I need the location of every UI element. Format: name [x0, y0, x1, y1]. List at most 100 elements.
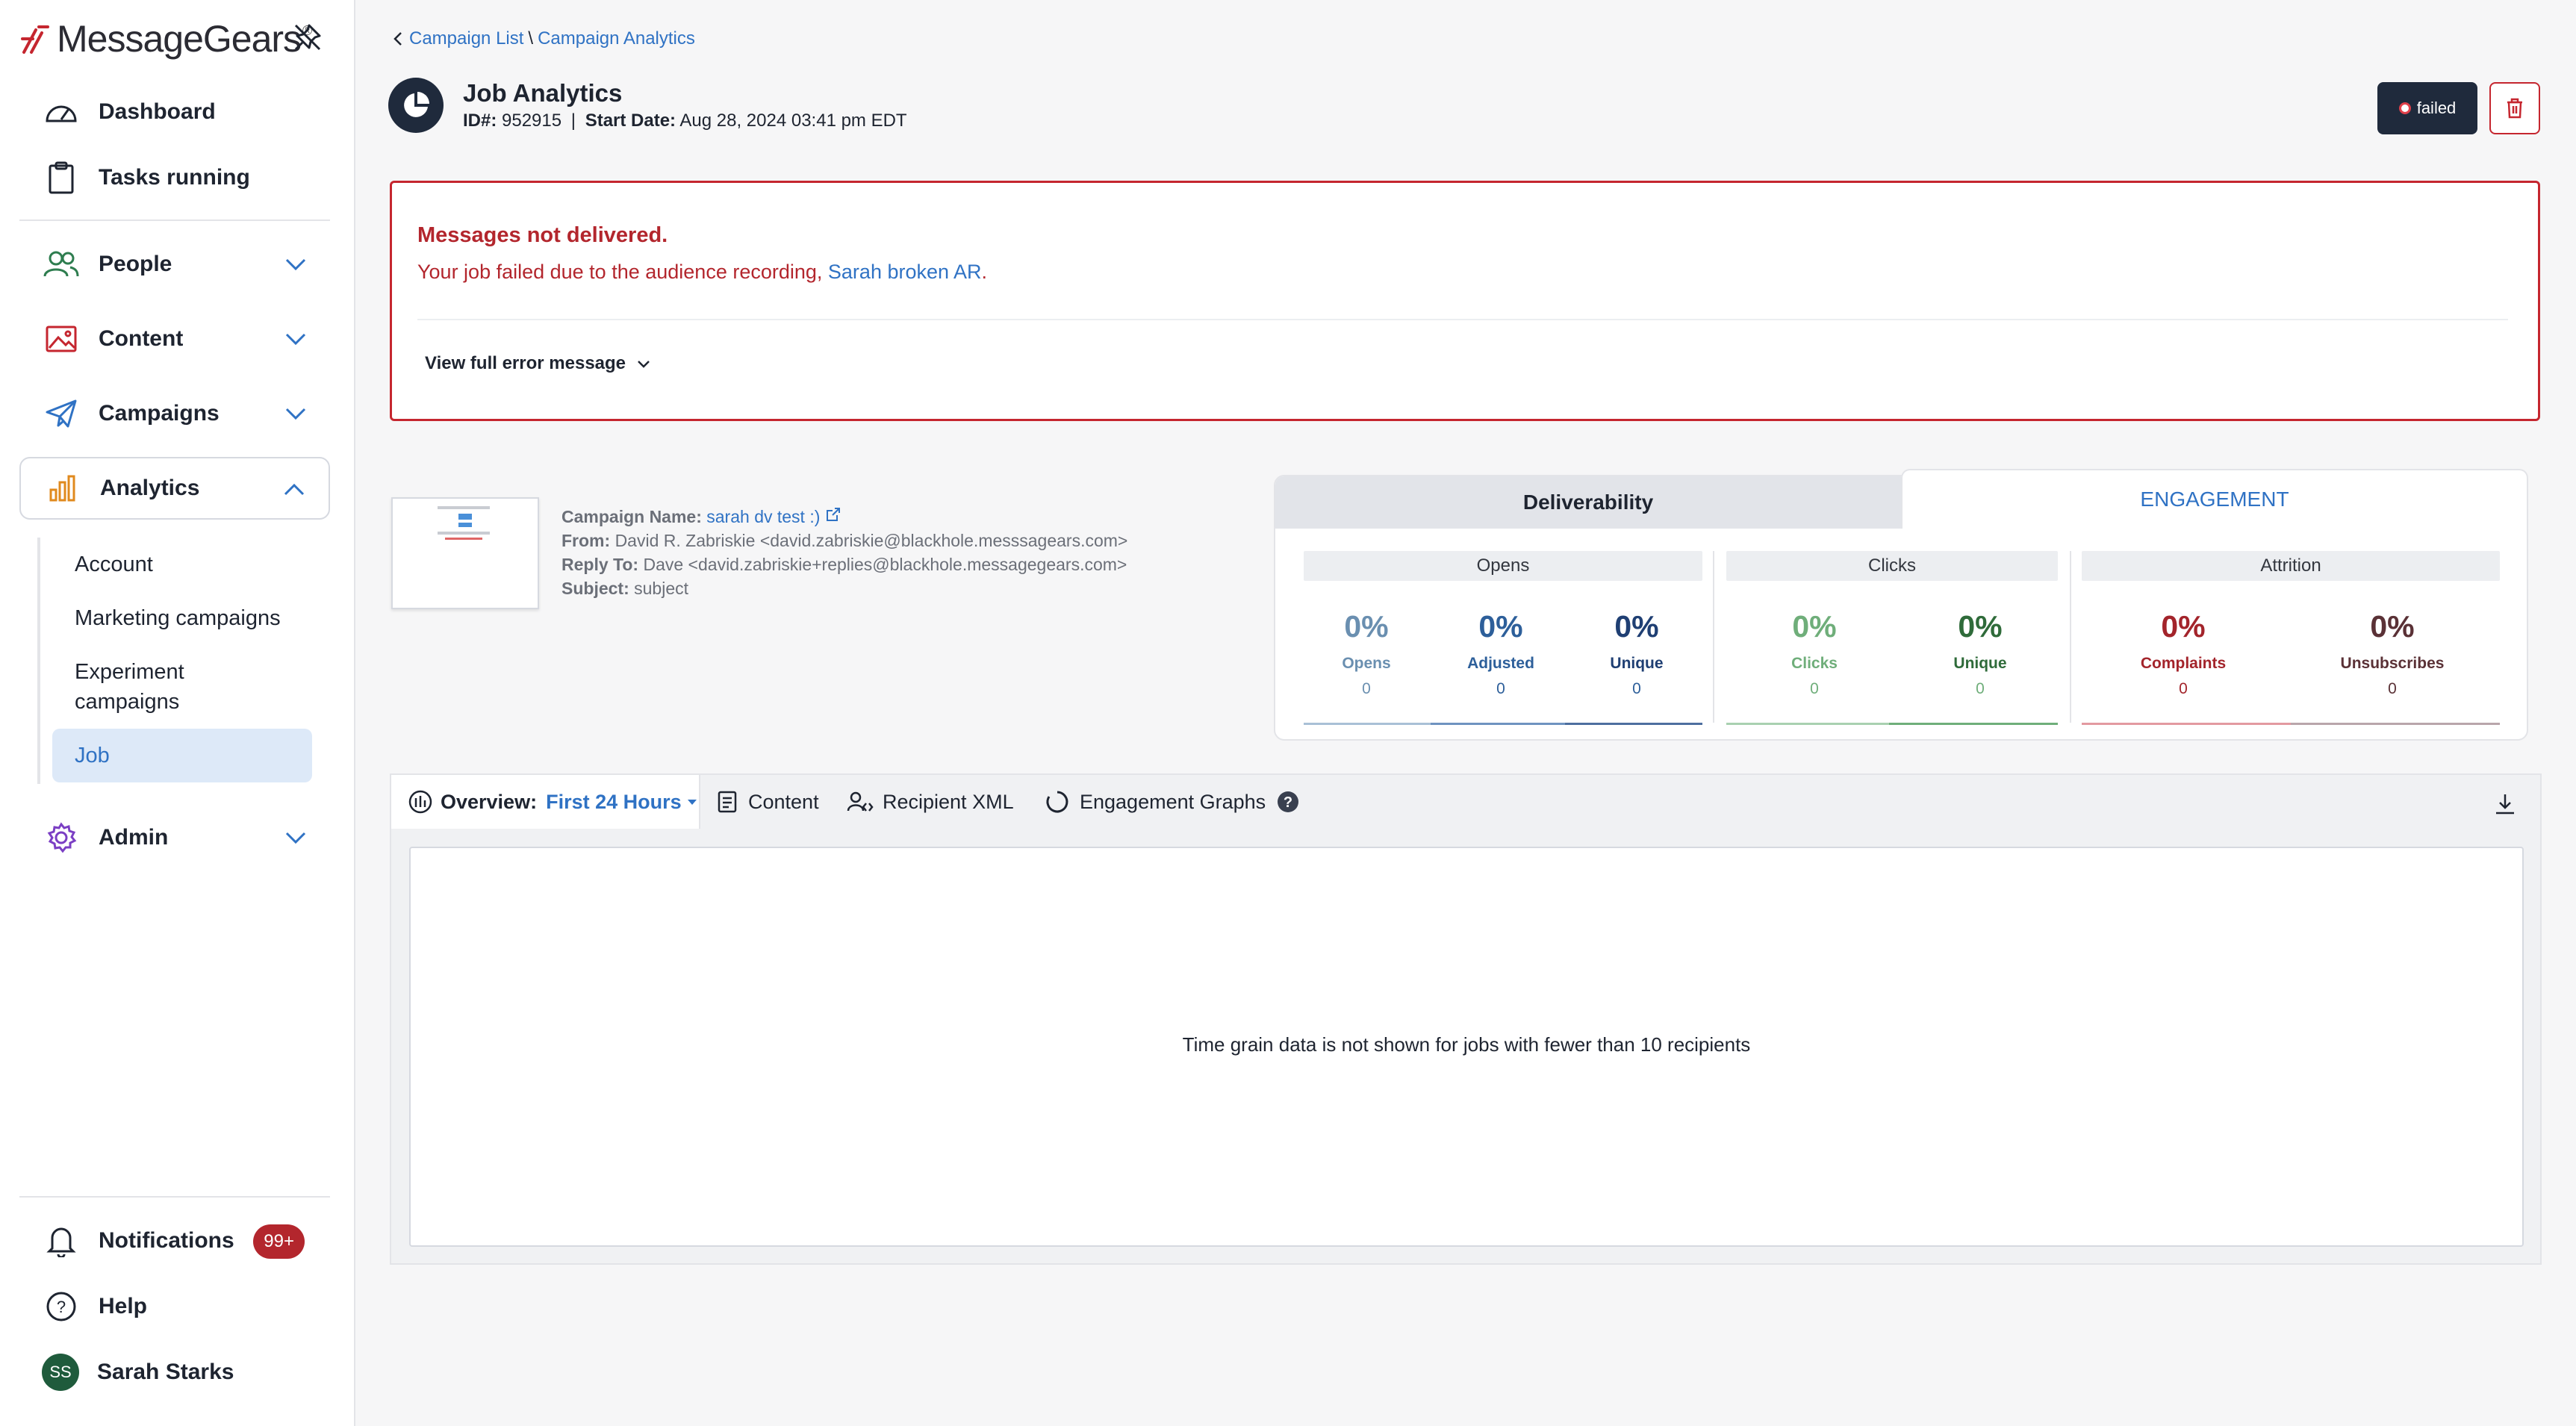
tab-deliverability[interactable]: Deliverability	[1275, 476, 1901, 529]
tab-engagement[interactable]: ENGAGEMENT	[1901, 469, 2528, 529]
tab-recipient-xml[interactable]: Recipient XML	[847, 775, 1014, 829]
sidebar-item-admin[interactable]: Admin	[19, 806, 330, 869]
stat-percent: 0%	[1478, 609, 1523, 644]
sidebar-sub-item-experiment-campaigns[interactable]: Experiment campaigns	[52, 657, 291, 717]
stat-percent: 0%	[1792, 609, 1837, 644]
chevron-down-icon	[285, 333, 306, 346]
group-separator	[2070, 551, 2071, 723]
breadcrumb-campaign-list[interactable]: Campaign List	[409, 28, 523, 49]
audience-recording-link[interactable]: Sarah broken AR	[828, 261, 982, 283]
sidebar-item-tasks-running[interactable]: Tasks running	[19, 146, 330, 209]
group-header-opens: Opens	[1304, 551, 1702, 581]
paper-plane-icon	[42, 394, 81, 433]
sidebar-item-label: Dashboard	[99, 99, 216, 124]
sidebar-item-label: Help	[99, 1294, 148, 1318]
stat-underline	[1304, 723, 1431, 725]
breadcrumb: Campaign List \ Campaign Analytics	[391, 28, 695, 49]
sidebar-item-label: Analytics	[100, 476, 200, 500]
sidebar: MessageGears ® Dashboard Tasks running P…	[0, 0, 355, 1426]
download-icon[interactable]	[2492, 791, 2518, 817]
stat-percent: 0%	[2161, 609, 2206, 644]
campaign-details: Campaign Name: sarah dv test :) From: Da…	[561, 505, 1127, 600]
people-icon	[42, 245, 81, 284]
status-label: failed	[2416, 99, 2457, 117]
chevron-down-icon	[638, 361, 650, 368]
campaign-name-label: Campaign Name:	[561, 507, 702, 526]
help-circle-icon[interactable]: ?	[1276, 790, 1300, 814]
sidebar-item-user[interactable]: SS Sarah Starks	[19, 1341, 330, 1404]
stat-underline	[2291, 723, 2500, 725]
error-text-suffix: .	[981, 261, 988, 283]
stat-count: 0	[1976, 680, 1985, 697]
view-full-error-toggle[interactable]: View full error message	[425, 353, 653, 374]
sidebar-item-dashboard[interactable]: Dashboard	[19, 81, 330, 143]
sidebar-item-label: Tasks running	[99, 165, 250, 190]
campaign-name-link[interactable]: sarah dv test :)	[706, 507, 820, 526]
breadcrumb-campaign-analytics[interactable]: Campaign Analytics	[538, 28, 695, 49]
stat-complaints: 0% Complaints 0	[2124, 609, 2243, 698]
sidebar-item-label: Content	[99, 326, 184, 351]
sidebar-item-notifications[interactable]: Notifications 99+	[19, 1209, 330, 1272]
bell-icon	[42, 1221, 81, 1260]
meta-separator: |	[570, 110, 576, 131]
error-text-prefix: Your job failed due to the audience reco…	[417, 261, 828, 283]
stat-name: Clicks	[1791, 655, 1838, 672]
brand-logo[interactable]: MessageGears ®	[19, 16, 312, 61]
subnav-rail	[37, 538, 40, 784]
chevron-left-icon	[393, 32, 402, 46]
sidebar-item-campaigns[interactable]: Campaigns	[19, 382, 330, 445]
stat-clicks: 0% Clicks 0	[1755, 609, 1874, 698]
error-title: Messages not delivered.	[417, 223, 668, 247]
sidebar-item-label: Admin	[99, 825, 169, 850]
svg-text:?: ?	[1284, 794, 1292, 811]
from-label: From:	[561, 531, 611, 550]
tab-engagement-graphs[interactable]: Engagement Graphs ?	[1045, 775, 1300, 829]
stat-name: Unique	[1953, 655, 2007, 672]
avatar: SS	[42, 1354, 79, 1391]
group-separator	[1713, 551, 1714, 723]
sidebar-item-label: Campaigns	[99, 401, 220, 426]
stat-count: 0	[1810, 680, 1819, 697]
stat-underline	[1889, 723, 2058, 725]
stat-count: 0	[2179, 680, 2188, 697]
sidebar-item-content[interactable]: Content	[19, 308, 330, 370]
group-header-attrition: Attrition	[2082, 551, 2500, 581]
sidebar-item-label: People	[99, 252, 172, 276]
stat-underline	[1565, 723, 1702, 725]
overview-range-dropdown[interactable]: First 24 Hours	[546, 791, 682, 814]
sidebar-item-people[interactable]: People	[19, 233, 330, 296]
user-name: Sarah Starks	[97, 1360, 234, 1384]
status-badge: failed	[2377, 82, 2477, 134]
help-icon: ?	[42, 1287, 81, 1326]
external-link-icon[interactable]	[825, 506, 841, 523]
detail-tabs: Overview: First 24 Hours Content Recipie…	[391, 775, 2540, 829]
stat-unsubscribes: 0% Unsubscribes 0	[2333, 609, 2452, 698]
document-icon	[718, 791, 737, 813]
stat-count: 0	[2388, 680, 2397, 697]
start-date-label: Start Date:	[585, 110, 676, 131]
reply-to-value: Dave <david.zabriskie+replies@blackhole.…	[643, 555, 1127, 574]
tab-engagement-graphs-label: Engagement Graphs	[1080, 790, 1266, 813]
tab-content[interactable]: Content	[717, 775, 819, 829]
stat-underline	[2082, 723, 2291, 725]
email-preview-thumbnail[interactable]	[391, 497, 539, 609]
sidebar-sub-item-marketing-campaigns[interactable]: Marketing campaigns	[52, 603, 312, 633]
delete-button[interactable]	[2489, 82, 2540, 134]
messagegears-logo-icon	[21, 25, 49, 54]
breadcrumb-separator: \	[528, 28, 534, 49]
unpin-sidebar-icon[interactable]	[293, 22, 323, 52]
image-icon	[42, 320, 81, 358]
sidebar-item-analytics[interactable]: Analytics	[19, 457, 330, 520]
status-dot-icon	[2398, 102, 2411, 114]
job-meta: ID#: 952915 | Start Date: Aug 28, 2024 0…	[463, 110, 907, 131]
sidebar-divider	[19, 1196, 330, 1198]
sidebar-sub-item-job[interactable]: Job	[52, 729, 312, 782]
error-message: Your job failed due to the audience reco…	[417, 261, 987, 284]
stat-unique-opens: 0% Unique 0	[1577, 609, 1696, 698]
tab-overview[interactable]: Overview: First 24 Hours	[391, 775, 700, 829]
chevron-down-icon	[285, 408, 306, 420]
sidebar-sub-item-account[interactable]: Account	[52, 549, 312, 579]
user-code-icon	[847, 791, 874, 812]
sidebar-item-help[interactable]: ? Help	[19, 1275, 330, 1338]
trash-icon	[2507, 98, 2522, 119]
